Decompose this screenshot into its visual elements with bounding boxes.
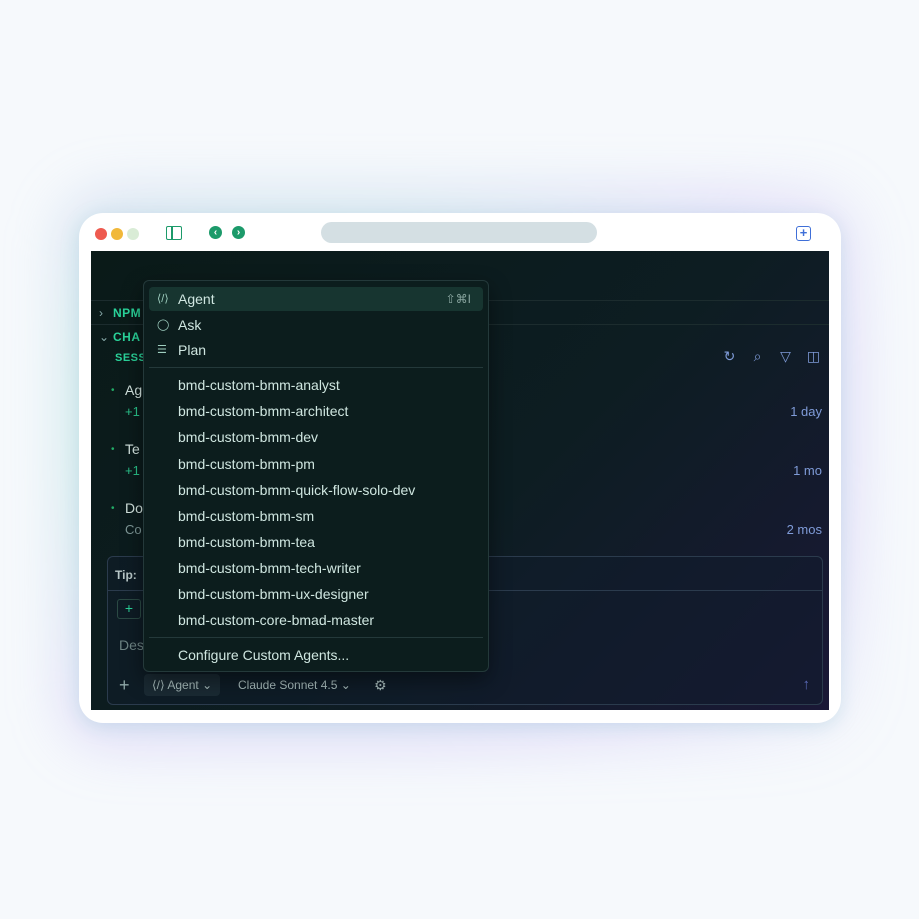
list-icon: ☰ xyxy=(157,344,167,356)
chevron-right-icon: › xyxy=(99,306,104,320)
npm-section-label: NPM xyxy=(113,306,142,320)
session-dot-icon: • xyxy=(111,503,115,514)
close-window-button[interactable] xyxy=(95,228,107,240)
session-title[interactable]: Te xyxy=(125,441,140,457)
menu-item-custom-agent[interactable]: bmd-custom-bmm-tech-writer xyxy=(178,560,361,576)
menu-item-custom-agent[interactable]: bmd-custom-bmm-quick-flow-solo-dev xyxy=(178,482,415,498)
title-bar: ‹ › + xyxy=(79,213,841,251)
menu-item-ask[interactable]: ◯ Ask xyxy=(149,313,483,337)
back-icon[interactable]: ‹ xyxy=(209,226,222,239)
forward-icon[interactable]: › xyxy=(232,226,245,239)
session-title[interactable]: Ag xyxy=(125,382,142,398)
chevron-down-icon: ⌄ xyxy=(99,330,110,344)
menu-separator xyxy=(149,637,483,638)
model-label: Claude Sonnet 4.5 xyxy=(238,678,338,692)
keyboard-shortcut: ⇧⌘I xyxy=(445,292,471,306)
session-time: 1 day xyxy=(790,404,822,419)
zoom-window-button[interactable] xyxy=(127,228,139,240)
session-title[interactable]: Do xyxy=(125,500,143,516)
mode-picker-button[interactable]: ⟨/⟩ Agent ⌄ xyxy=(144,674,221,696)
filter-icon[interactable]: ▽ xyxy=(778,349,793,364)
panel-toggle-icon[interactable]: ◫ xyxy=(806,349,821,364)
send-arrow-icon[interactable]: ↑ xyxy=(803,675,811,695)
session-time: 1 mo xyxy=(793,463,822,478)
chat-toolbar: + ⟨/⟩ Agent ⌄ Claude Sonnet 4.5 ⌄ ⚙ ↑ xyxy=(108,673,822,699)
menu-item-custom-agent[interactable]: bmd-custom-bmm-dev xyxy=(178,429,318,445)
session-subtitle: Co xyxy=(125,522,142,537)
session-time: 2 mos xyxy=(786,522,822,537)
minimize-window-button[interactable] xyxy=(111,228,123,240)
menu-item-custom-agent[interactable]: bmd-custom-bmm-tea xyxy=(178,534,315,550)
agent-icon: ⟨/⟩ xyxy=(157,293,169,305)
address-bar[interactable] xyxy=(321,222,597,243)
search-icon[interactable]: ⌕ xyxy=(750,349,765,364)
new-tab-icon[interactable]: + xyxy=(796,226,811,241)
add-context-button[interactable]: + xyxy=(117,599,141,619)
model-picker-button[interactable]: Claude Sonnet 4.5 ⌄ xyxy=(238,674,351,696)
configure-custom-agents-item[interactable]: Configure Custom Agents... xyxy=(178,647,349,663)
sidebar-toggle-icon[interactable] xyxy=(166,226,182,240)
menu-item-agent[interactable]: ⟨/⟩ Agent ⇧⌘I xyxy=(149,287,483,311)
menu-separator xyxy=(149,367,483,368)
session-dot-icon: • xyxy=(111,385,115,396)
sessions-toolbar: ↻ ⌕ ▽ ◫ xyxy=(722,349,821,364)
sessions-label: SESS xyxy=(115,352,147,364)
chat-section-header[interactable]: ⌄ CHA xyxy=(99,330,141,344)
menu-item-label: Agent xyxy=(178,291,215,307)
tip-label: Tip: xyxy=(115,568,137,582)
mode-label: Agent xyxy=(167,678,199,692)
menu-item-custom-agent[interactable]: bmd-custom-bmm-sm xyxy=(178,508,314,524)
plus-icon[interactable]: + xyxy=(119,675,130,695)
menu-item-custom-agent[interactable]: bmd-custom-bmm-ux-designer xyxy=(178,586,369,602)
menu-item-custom-agent[interactable]: bmd-custom-bmm-pm xyxy=(178,456,315,472)
chevron-down-icon: ⌄ xyxy=(340,678,351,692)
npm-section-header[interactable]: › NPM xyxy=(99,306,141,320)
menu-item-plan[interactable]: ☰ Plan xyxy=(149,338,483,362)
session-subtitle: +1 xyxy=(125,463,140,478)
session-dot-icon: • xyxy=(111,444,115,455)
chat-icon: ◯ xyxy=(157,319,170,331)
menu-item-custom-agent[interactable]: bmd-custom-bmm-architect xyxy=(178,403,348,419)
chevron-down-icon: ⌄ xyxy=(202,678,213,692)
menu-item-custom-agent[interactable]: bmd-custom-bmm-analyst xyxy=(178,377,340,393)
chat-section-label: CHA xyxy=(113,330,141,344)
refresh-icon[interactable]: ↻ xyxy=(722,349,737,364)
agent-icon: ⟨/⟩ xyxy=(152,678,165,692)
mode-dropdown-menu: ⟨/⟩ Agent ⇧⌘I ◯ Ask ☰ Plan bmd-custom-bm… xyxy=(143,280,489,672)
menu-item-label: Ask xyxy=(178,317,202,333)
chat-input-placeholder[interactable]: Des xyxy=(119,637,144,653)
menu-item-custom-agent[interactable]: bmd-custom-core-bmad-master xyxy=(178,612,374,628)
session-subtitle: +1 xyxy=(125,404,140,419)
menu-item-label: Plan xyxy=(178,342,207,358)
settings-sliders-icon[interactable]: ⚙ xyxy=(374,675,387,695)
